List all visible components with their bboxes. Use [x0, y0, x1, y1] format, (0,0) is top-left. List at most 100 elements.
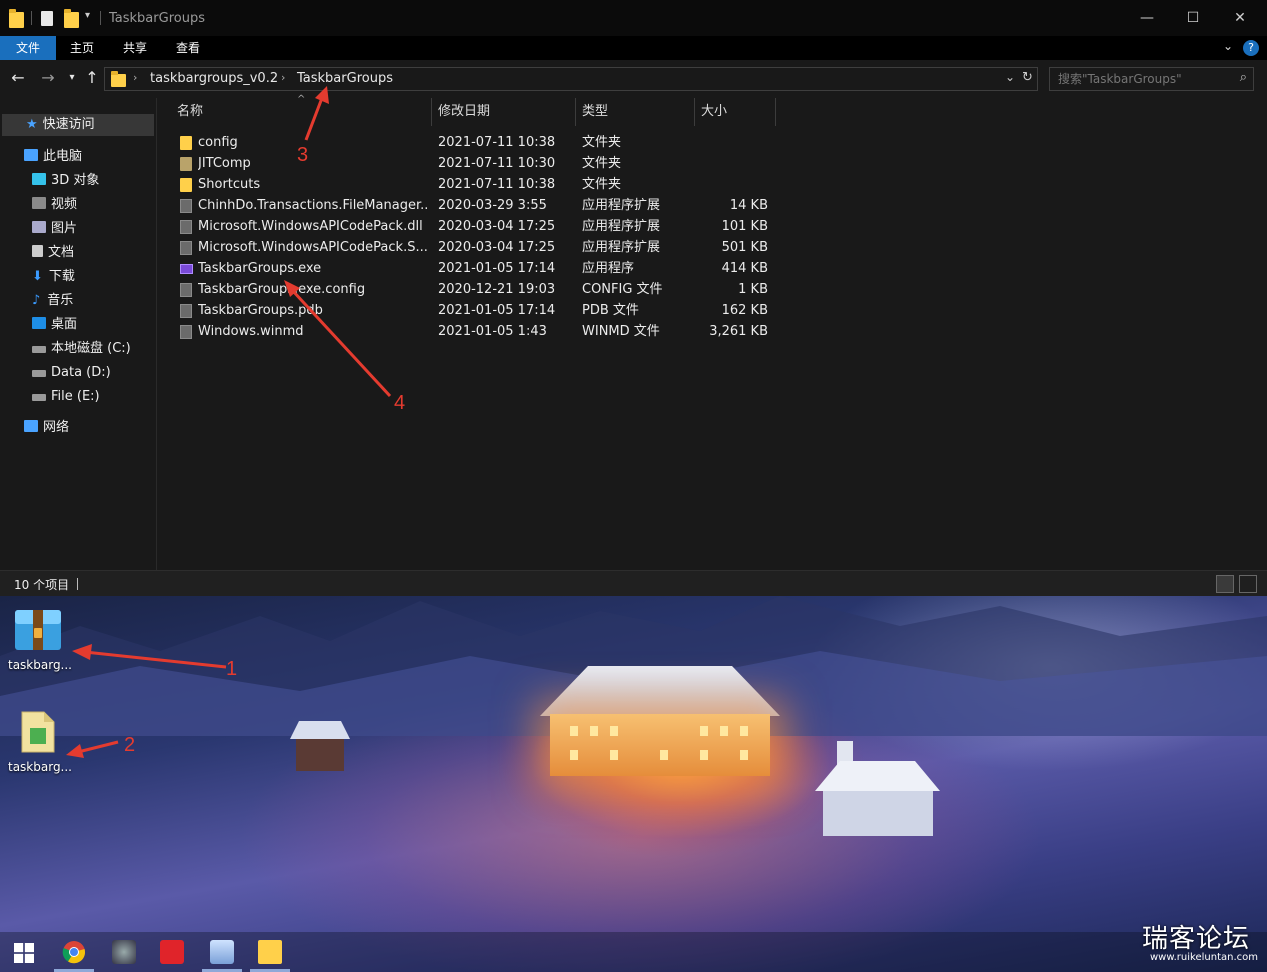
nav-music[interactable]: ♪ 音乐	[32, 290, 73, 312]
file-row[interactable]: Windows.winmd 2021-01-05 1:43 WINMD 文件 3…	[173, 321, 777, 342]
folder-icon	[180, 157, 192, 171]
desktop-wallpaper: taskbarg... taskbarg...	[0, 596, 1267, 972]
separator	[31, 11, 32, 25]
ribbon-tabs: 文件 主页 共享 查看 ⌄ ?	[0, 36, 1267, 60]
desktop-icon-label: taskbarg...	[7, 658, 72, 672]
document-icon	[32, 245, 43, 257]
refresh-button[interactable]: ↻	[1022, 70, 1033, 85]
file-row[interactable]: JITComp 2021-07-11 10:30 文件夹	[173, 153, 777, 174]
explorer-window: ▾ TaskbarGroups — ☐ ✕ 文件 主页 共享 查看 ⌄ ? ← …	[0, 0, 1267, 596]
chevron-down-icon[interactable]: ▾	[85, 10, 90, 21]
chapel	[815, 741, 940, 836]
nav-downloads[interactable]: ⬇ 下载	[32, 266, 75, 288]
desktop-icon-document[interactable]: taskbarg...	[0, 708, 80, 788]
sort-ascending-icon: ^	[297, 94, 306, 105]
nav-drive-d[interactable]: Data (D:)	[32, 362, 111, 384]
file-row[interactable]: config 2021-07-11 10:38 文件夹	[173, 132, 777, 153]
search-icon[interactable]: ⌕	[1240, 70, 1247, 85]
nav-this-pc[interactable]: 此电脑	[24, 146, 82, 168]
help-icon[interactable]: ?	[1243, 40, 1259, 56]
title-bar[interactable]: ▾ TaskbarGroups — ☐ ✕	[0, 0, 1267, 36]
tab-file[interactable]: 文件	[0, 36, 56, 60]
file-row[interactable]: Shortcuts 2021-07-11 10:38 文件夹	[173, 174, 777, 195]
search-box[interactable]: ⌕	[1049, 67, 1254, 91]
desktop-icon-label: taskbarg...	[7, 760, 72, 774]
file-icon	[180, 241, 192, 255]
remote-desktop-icon[interactable]	[210, 940, 234, 964]
file-row[interactable]: ChinhDo.Transactions.FileManager.... 202…	[173, 195, 777, 216]
chevron-right-icon[interactable]: ›	[133, 71, 137, 84]
watermark-text: 瑞客论坛	[1142, 924, 1251, 954]
desktop-icon	[32, 317, 46, 329]
application-icon	[180, 264, 193, 274]
file-row[interactable]: TaskbarGroups.pdb 2021-01-05 17:14 PDB 文…	[173, 300, 777, 321]
nav-documents[interactable]: 文档	[32, 242, 74, 264]
file-icon	[180, 304, 192, 318]
music-icon: ♪	[32, 293, 41, 308]
column-header-date[interactable]: 修改日期	[432, 98, 576, 126]
file-row[interactable]: TaskbarGroups.exe.config 2020-12-21 19:0…	[173, 279, 777, 300]
breadcrumb-current[interactable]: TaskbarGroups	[297, 71, 393, 86]
chevron-right-icon[interactable]: ›	[281, 71, 285, 84]
close-button[interactable]: ✕	[1225, 8, 1255, 28]
large-icons-view-button[interactable]	[1239, 575, 1257, 593]
desktop-icon-archive[interactable]: taskbarg...	[0, 606, 80, 686]
nav-network[interactable]: 网络	[24, 417, 69, 439]
archive-icon	[15, 610, 61, 650]
youdao-icon[interactable]	[160, 940, 184, 964]
back-button[interactable]: ←	[8, 68, 28, 88]
up-button[interactable]: ↑	[82, 68, 102, 88]
document-icon	[21, 711, 55, 753]
tab-home[interactable]: 主页	[56, 36, 108, 60]
taskbar	[0, 932, 1267, 972]
forward-button[interactable]: →	[38, 68, 58, 88]
file-icon	[180, 199, 192, 213]
separator	[100, 11, 101, 25]
drive-icon	[32, 394, 46, 401]
status-bar: 10 个项目	[0, 570, 1267, 596]
drive-icon	[32, 370, 46, 377]
file-icon	[180, 325, 192, 339]
column-header-type[interactable]: 类型	[576, 98, 695, 126]
windows-start-icon[interactable]	[14, 943, 34, 963]
navigation-bar: ← → ▾ ↑ › taskbargroups_v0.2 › TaskbarGr…	[0, 60, 1267, 98]
folder-icon	[9, 9, 24, 28]
star-icon: ★	[26, 117, 38, 132]
nav-quick-access[interactable]: ★ 快速访问	[2, 114, 154, 136]
chrome-icon[interactable]	[62, 940, 86, 964]
mountain-lodge	[540, 666, 780, 776]
folder-icon	[180, 136, 192, 150]
file-row[interactable]: Microsoft.WindowsAPICodePack.S... 2020-0…	[173, 237, 777, 258]
nav-drive-e[interactable]: File (E:)	[32, 386, 100, 408]
minimize-button[interactable]: —	[1132, 8, 1162, 28]
tab-share[interactable]: 共享	[108, 36, 162, 60]
separator	[77, 578, 78, 590]
nav-3d-objects[interactable]: 3D 对象	[32, 170, 99, 192]
computer-icon	[24, 149, 38, 161]
breadcrumb-parent[interactable]: taskbargroups_v0.2	[150, 71, 278, 86]
new-folder-icon[interactable]	[64, 9, 79, 28]
properties-icon[interactable]	[41, 11, 53, 26]
video-icon	[32, 197, 46, 209]
recent-locations-button[interactable]: ▾	[62, 68, 82, 88]
address-dropdown-icon[interactable]: ⌄	[1005, 70, 1015, 84]
file-row[interactable]: Microsoft.WindowsAPICodePack.dll 2020-03…	[173, 216, 777, 237]
nav-desktop[interactable]: 桌面	[32, 314, 77, 336]
picture-icon	[32, 221, 46, 233]
address-bar[interactable]: › taskbargroups_v0.2 › TaskbarGroups ⌄ ↻	[104, 67, 1038, 91]
annotation-number: 2	[124, 734, 136, 756]
maximize-button[interactable]: ☐	[1178, 8, 1208, 28]
download-icon: ⬇	[32, 269, 43, 284]
tab-view[interactable]: 查看	[162, 36, 214, 60]
nav-pictures[interactable]: 图片	[32, 218, 77, 240]
nav-drive-c[interactable]: 本地磁盘 (C:)	[32, 338, 131, 360]
nav-videos[interactable]: 视频	[32, 194, 77, 216]
column-header-size[interactable]: 大小	[695, 98, 776, 126]
file-row[interactable]: TaskbarGroups.exe 2021-01-05 17:14 应用程序 …	[173, 258, 777, 279]
annotation-number: 3	[297, 144, 309, 166]
expand-ribbon-icon[interactable]: ⌄	[1223, 39, 1233, 53]
search-input[interactable]	[1050, 68, 1230, 90]
details-view-button[interactable]	[1216, 575, 1234, 593]
file-explorer-icon[interactable]	[258, 940, 282, 964]
game-icon[interactable]	[112, 940, 136, 964]
